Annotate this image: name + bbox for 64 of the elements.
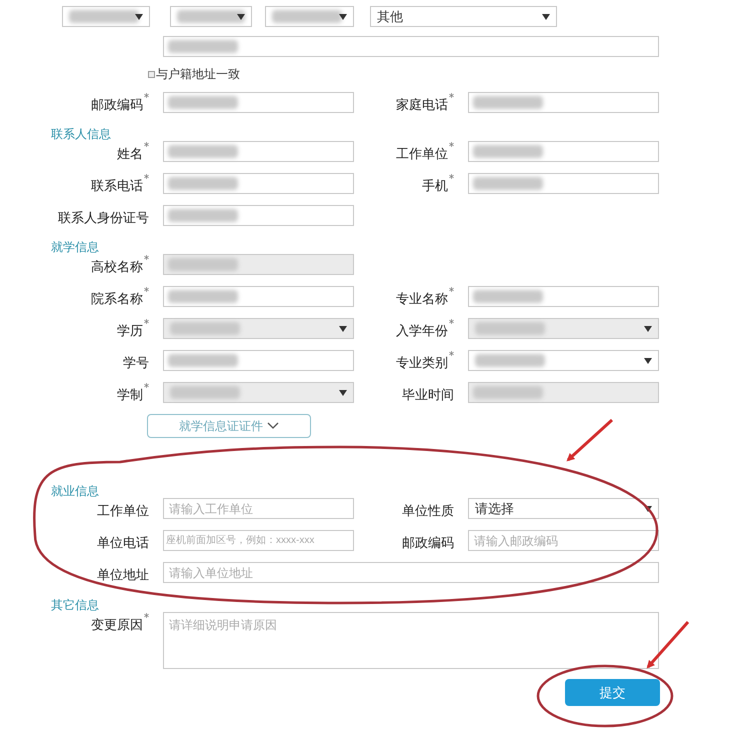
field-label: 院系名称 [91,290,143,308]
input-field[interactable] [163,286,354,307]
field-label: 单位地址 [97,566,149,584]
field-label: 单位性质 [402,502,454,520]
field-label: 学号 [123,354,149,372]
input-field[interactable] [163,173,354,194]
input-field[interactable] [468,141,659,162]
dropdown-arrow-icon [237,14,245,20]
select-field[interactable] [170,6,252,27]
field-label: 姓名 [117,145,143,163]
field-label: 变更原因 [91,616,143,634]
input-field[interactable]: 请输入工作单位 [163,498,354,519]
input-field[interactable] [163,350,354,371]
checkbox-label: 与户籍地址一致 [156,66,240,83]
field-label: 家庭电话 [396,96,448,114]
field-label: 毕业时间 [402,386,454,404]
field-label: 联系人身份证号 [58,209,149,227]
field-label: 专业名称 [396,290,448,308]
field-label: 邮政编码 [91,96,143,114]
input-field[interactable] [468,173,659,194]
section-title: 就业信息 [51,484,99,498]
chevron-down-icon [267,422,279,430]
section-title: 其它信息 [51,598,99,612]
input-field[interactable] [163,36,659,57]
annotation-arrow [646,621,690,668]
field-label: 单位电话 [97,534,149,552]
section-title: 就学信息 [51,240,99,254]
dropdown-arrow-icon [644,326,652,332]
checkbox[interactable] [148,70,155,78]
annotation-arrow [566,418,613,462]
select-field[interactable] [62,6,150,27]
input-field[interactable] [163,141,354,162]
dropdown-arrow-icon [135,14,143,20]
field-label: 工作单位 [396,145,448,163]
select-field[interactable]: 其他 [370,6,557,27]
dropdown-arrow-icon [339,14,347,20]
field-label: 高校名称 [91,258,143,276]
field-label: 邮政编码 [402,534,454,552]
dropdown-arrow-icon [339,326,347,332]
input-field[interactable]: 座机前面加区号，例如：xxxx-xxx [163,530,354,551]
field-label: 学制 [117,386,143,404]
input-field[interactable]: 请输入单位地址 [163,562,659,583]
input-field[interactable] [468,286,659,307]
textarea-field[interactable]: 请详细说明申请原因 [163,612,659,669]
section-title: 联系人信息 [51,127,111,141]
field-label: 工作单位 [97,502,149,520]
input-field[interactable] [163,205,354,226]
dropdown-arrow-icon [644,506,652,512]
dropdown-arrow-icon [644,358,652,364]
input-field[interactable] [163,92,354,113]
field-label: 学历 [117,322,143,340]
field-label: 入学年份 [396,322,448,340]
dropdown-arrow-icon [339,390,347,396]
field-label: 专业类别 [396,354,448,372]
field-value: 其他 [377,8,403,26]
select-field[interactable] [468,350,659,371]
field-label: 手机 [422,177,448,195]
field-value: 请选择 [475,500,514,518]
field-label: 联系电话 [91,177,143,195]
select-field[interactable] [265,6,354,27]
input-field[interactable] [468,92,659,113]
select-field[interactable]: 请选择 [468,498,659,519]
dropdown-arrow-icon [542,14,550,20]
input-field[interactable]: 请输入邮政编码 [468,530,659,551]
